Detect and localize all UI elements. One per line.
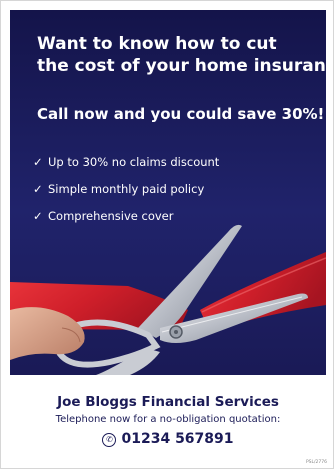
benefit-text: Simple monthly paid policy [48,182,205,196]
headline: Want to know how to cut the cost of your… [37,33,326,77]
check-icon: ✓ [33,209,43,223]
phone-number-line[interactable]: ✆ 01234 567891 [1,430,333,448]
call-to-action-text: Telephone now for a no-obligation quotat… [55,414,281,425]
check-icon: ✓ [33,182,43,196]
company-name: Joe Bloggs Financial Services [57,394,279,410]
headline-line-1: Want to know how to cut [37,34,277,54]
benefit-text: Comprehensive cover [48,209,174,223]
insurance-advert: Want to know how to cut the cost of your… [0,0,334,469]
reference-code: PSL/2776 [305,460,327,465]
savings-offer: Call now and you could save 30%! [37,105,325,123]
headline-line-2: the cost of your home insurance? [37,56,326,76]
contact-footer: Joe Bloggs Financial Services Telephone … [1,381,333,448]
benefits-list: ✓ Up to 30% no claims discount ✓ Simple mo… [33,154,219,235]
benefit-item: ✓ Comprehensive cover [33,208,219,235]
benefit-item: ✓ Simple monthly paid policy [33,181,219,208]
hero-panel: Want to know how to cut the cost of your… [10,10,326,375]
phone-icon: ✆ [102,433,117,447]
benefit-text: Up to 30% no claims discount [48,155,220,169]
phone-number[interactable]: 01234 567891 [121,431,233,447]
check-icon: ✓ [33,155,43,169]
benefit-item: ✓ Up to 30% no claims discount [33,154,219,181]
